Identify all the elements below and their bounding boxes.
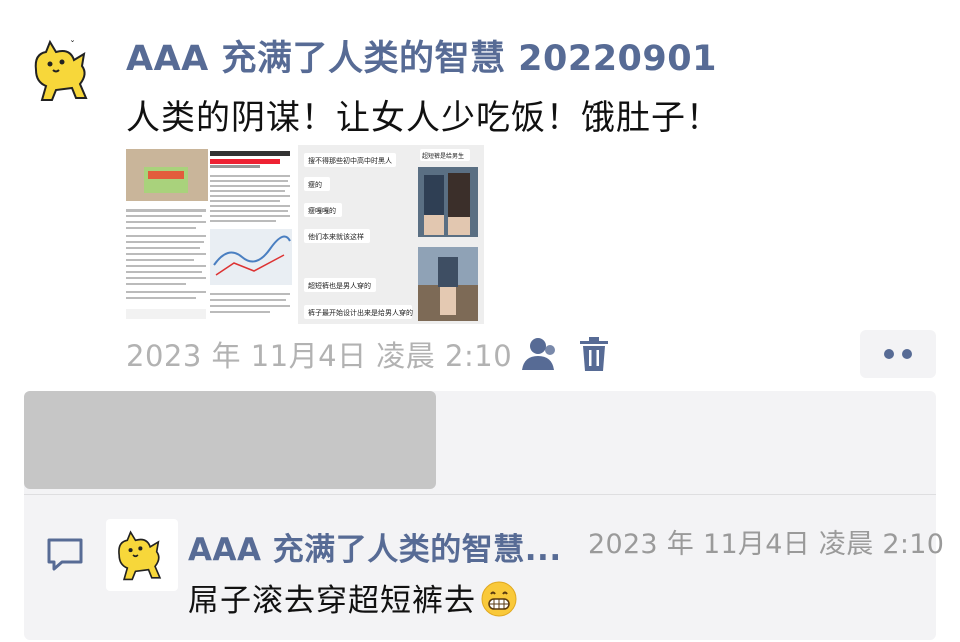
comment-avatar[interactable] — [106, 519, 178, 591]
trash-icon[interactable] — [578, 336, 610, 372]
comment-author-name[interactable]: AAA 充满了人类的智慧... — [188, 524, 562, 569]
post-image-news-article[interactable] — [124, 145, 295, 324]
svg-text:超短裤也是男人穿的: 超短裤也是男人穿的 — [308, 281, 371, 290]
post-timestamp: 2023 年 11月4日 凌晨 2:10 — [126, 339, 513, 373]
divider — [24, 494, 936, 495]
svg-text:裤子最开始设计出来是给男人穿的: 裤子最开始设计出来是给男人穿的 — [308, 308, 413, 317]
post-meta-row: 2023 年 11月4日 凌晨 2:10 — [126, 334, 512, 374]
svg-text:瘦嘎嘎的: 瘦嘎嘎的 — [308, 206, 336, 215]
svg-text:瘦的: 瘦的 — [308, 180, 322, 189]
svg-text:他们本来就该这样: 他们本来就该这样 — [308, 232, 364, 241]
svg-text:搜不得那些初中高中时黑人: 搜不得那些初中高中时黑人 — [308, 156, 392, 165]
more-button[interactable] — [860, 330, 936, 378]
likes-list-redacted — [24, 391, 436, 489]
yellow-cat-icon — [118, 530, 162, 581]
comment-text-body: 屌子滚去穿超短裤去 — [188, 583, 476, 619]
grinning-face-emoji-icon — [481, 581, 517, 617]
post-avatar[interactable]: ˇ — [22, 28, 106, 112]
more-dots-icon — [902, 349, 912, 359]
svg-text:超短裤是给男生: 超短裤是给男生 — [422, 152, 464, 160]
yellow-cat-icon: ˇ — [34, 39, 88, 101]
svg-text:ˇ: ˇ — [70, 39, 75, 51]
post-text: 人类的阴谋！让女人少吃饭！饿肚子！ — [126, 98, 721, 138]
post-image-chat-screenshot[interactable]: 搜不得那些初中高中时黑人 瘦的 瘦嘎嘎的 他们本来就该这样 超短裤也是男人穿的 … — [298, 145, 484, 324]
comment-icon — [47, 538, 83, 571]
comment-timestamp: 2023 年 11月4日 凌晨 2:10 — [588, 529, 945, 560]
more-dots-icon — [884, 349, 894, 359]
comment-text[interactable]: 屌子滚去穿超短裤去 — [188, 575, 518, 620]
post-author-name[interactable]: AAA 充满了人类的智慧 20220901 — [126, 30, 717, 81]
people-icon[interactable] — [520, 336, 558, 372]
